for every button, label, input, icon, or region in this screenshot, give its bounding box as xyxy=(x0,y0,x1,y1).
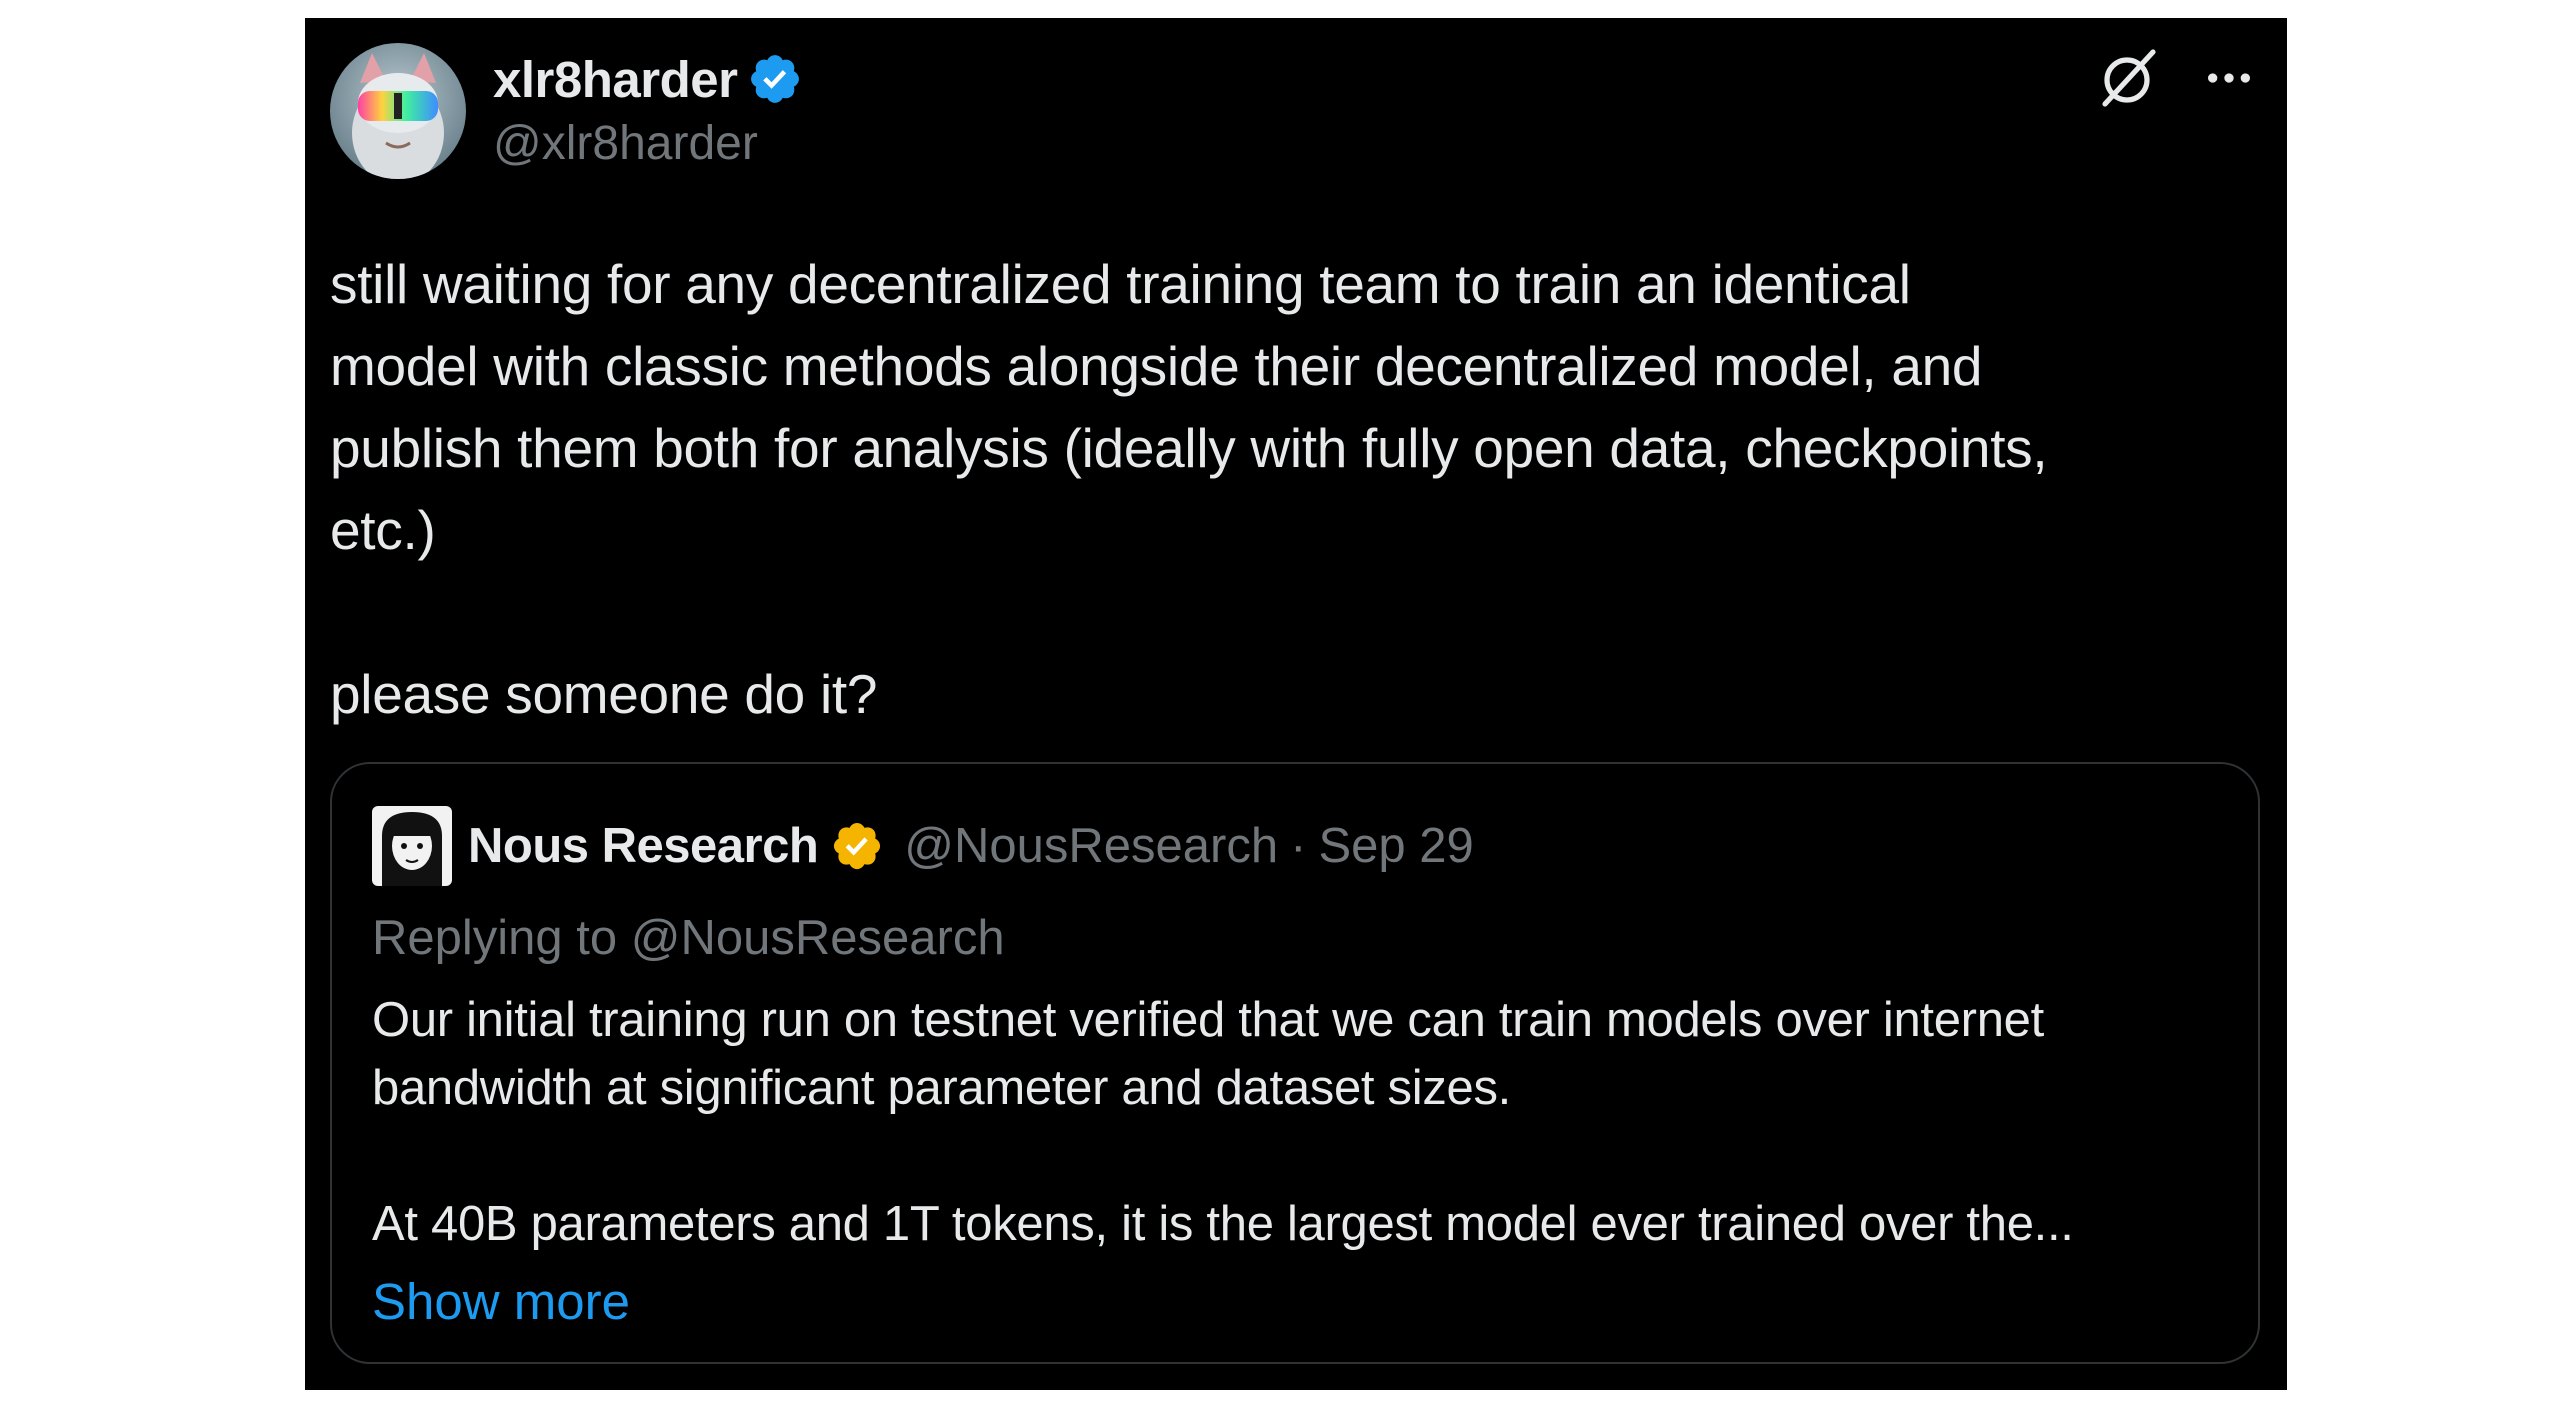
replying-to: Replying to @NousResearch xyxy=(372,911,1005,965)
tweet-text: still waiting for any decentralized trai… xyxy=(330,253,2048,725)
avatar-image xyxy=(330,43,466,179)
author-handle[interactable]: @xlr8harder xyxy=(493,116,758,171)
more-options-icon[interactable] xyxy=(2201,50,2257,106)
quoted-avatar-image xyxy=(372,806,452,886)
grok-icon[interactable] xyxy=(2097,46,2161,110)
quoted-tweet-header: Nous Research @NousResearch · Sep 29 xyxy=(372,804,1474,888)
tweet-card: xlr8harder @xlr8harder still waiting for… xyxy=(305,18,2287,1390)
quoted-handle[interactable]: @NousResearch xyxy=(904,818,1278,874)
quoted-avatar[interactable] xyxy=(372,806,452,886)
quoted-tweet-text: Our initial training run on testnet veri… xyxy=(372,993,2074,1251)
tweet-actions-top xyxy=(2097,46,2257,110)
avatar[interactable] xyxy=(330,43,466,179)
show-more-link[interactable]: Show more xyxy=(372,1272,630,1331)
quoted-separator: · xyxy=(1290,819,1307,873)
author-row: xlr8harder xyxy=(493,48,803,110)
quoted-tweet-card[interactable]: Nous Research @NousResearch · Sep 29 Rep… xyxy=(330,762,2260,1364)
quoted-display-name[interactable]: Nous Research xyxy=(468,818,819,874)
gold-verified-badge-icon[interactable] xyxy=(830,819,884,873)
author-display-name[interactable]: xlr8harder xyxy=(493,50,738,109)
quoted-date[interactable]: Sep 29 xyxy=(1318,818,1473,874)
verified-badge-icon[interactable] xyxy=(747,51,803,107)
